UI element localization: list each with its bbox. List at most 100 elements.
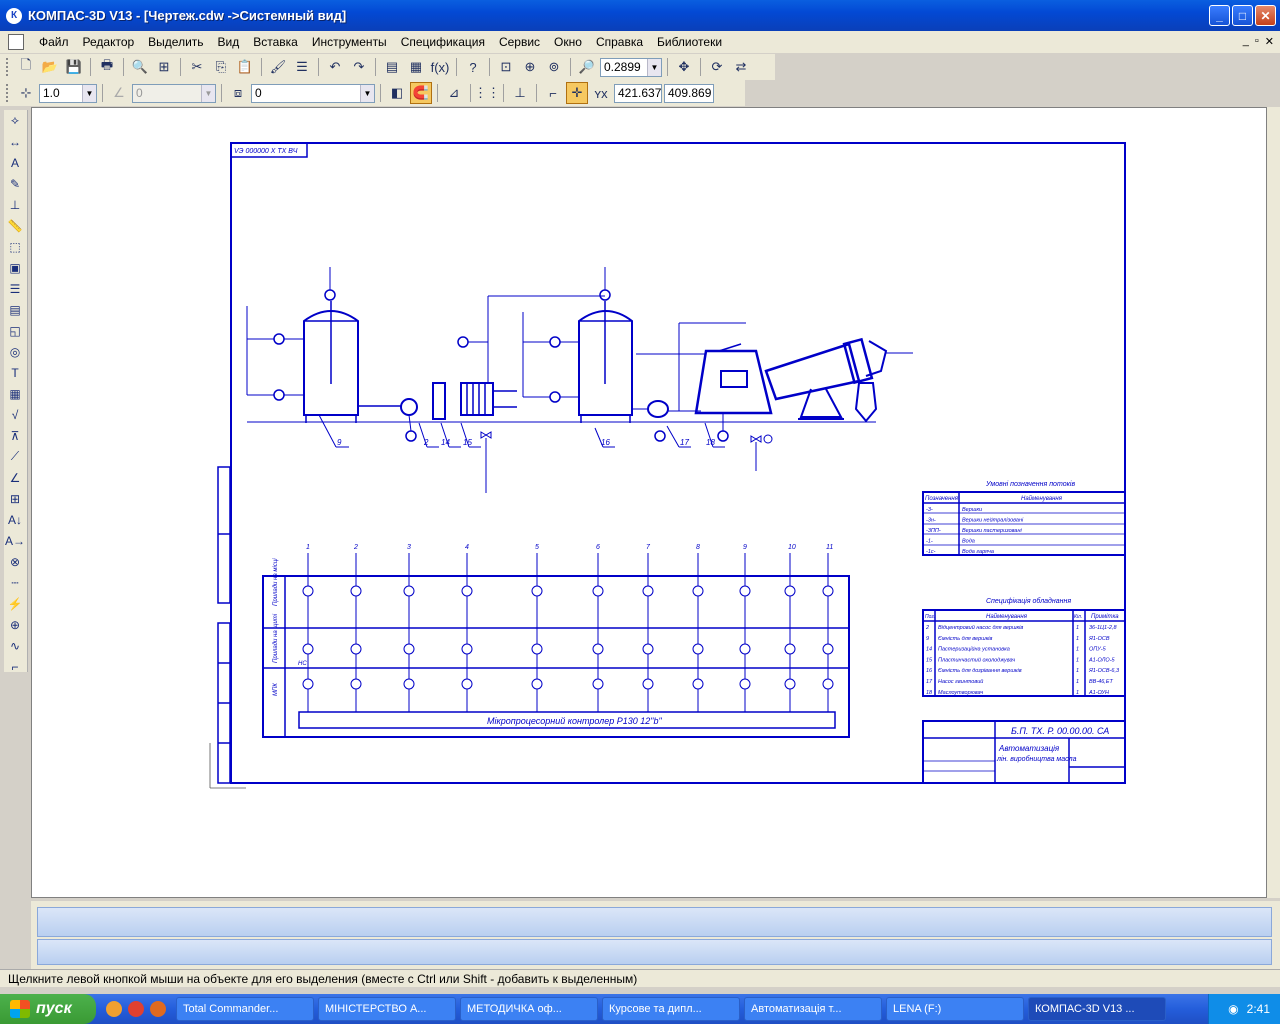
layer-icon[interactable]: ⧈ <box>227 82 249 104</box>
coord-y-field[interactable]: 409.869 <box>664 83 714 103</box>
quick-app-icon[interactable] <box>128 1001 144 1017</box>
text-icon[interactable]: T <box>4 362 26 383</box>
refresh-icon[interactable]: ⟳ <box>706 56 728 78</box>
doc-restore-button[interactable]: ▫ <box>1255 35 1259 48</box>
chevron-down-icon[interactable]: ▼ <box>82 84 96 102</box>
undo-icon[interactable]: ↶ <box>324 56 346 78</box>
manager-icon[interactable]: ⊞ <box>153 56 175 78</box>
table-icon[interactable]: ▦ <box>4 383 26 404</box>
pan-icon[interactable]: ✥ <box>673 56 695 78</box>
redraw-icon[interactable]: ⇄ <box>730 56 752 78</box>
menu-edit[interactable]: Редактор <box>76 35 142 49</box>
redo-icon[interactable]: ↷ <box>348 56 370 78</box>
doc-close-button[interactable]: ✕ <box>1265 35 1274 48</box>
help-pointer-icon[interactable]: ? <box>462 56 484 78</box>
copy-icon[interactable]: ⎘ <box>210 56 232 78</box>
task-lena-drive[interactable]: LENA (F:) <box>886 997 1024 1021</box>
associative-icon[interactable]: ▣ <box>4 257 26 278</box>
print-icon[interactable]: 🖶 <box>96 56 118 78</box>
paste-icon[interactable]: 📋 <box>234 56 256 78</box>
tray-kompas-icon[interactable]: ◉ <box>1228 1002 1238 1016</box>
menu-select[interactable]: Выделить <box>141 35 210 49</box>
cut-icon[interactable]: ✂ <box>186 56 208 78</box>
zoom-in-icon[interactable]: ⊕ <box>519 56 541 78</box>
task-kursove[interactable]: Курсове та дипл... <box>602 997 740 1021</box>
zoom-scale-icon[interactable]: 🔎 <box>576 56 598 78</box>
ortho-icon[interactable]: ⊥ <box>509 82 531 104</box>
menu-help[interactable]: Справка <box>589 35 650 49</box>
position-icon[interactable]: ∠ <box>4 467 26 488</box>
toolbar-grip[interactable] <box>6 84 9 102</box>
axis-line-icon[interactable]: ┄ <box>4 572 26 593</box>
property-panel-bar[interactable] <box>37 907 1272 937</box>
document-icon[interactable] <box>8 34 24 50</box>
view-arrow-icon[interactable]: A↓ <box>4 509 26 530</box>
round-icon[interactable]: ⌐ <box>542 82 564 104</box>
select-icon[interactable]: ⬚ <box>4 236 26 257</box>
library-manager-icon[interactable]: ▦ <box>405 56 427 78</box>
center-mark-icon[interactable]: ⊕ <box>4 614 26 635</box>
task-firefox-automation[interactable]: Автоматизація т... <box>744 997 882 1021</box>
symbols-icon[interactable]: A <box>4 152 26 173</box>
preview-icon[interactable]: 🔍 <box>129 56 151 78</box>
doc-minimize-button[interactable]: _ <box>1243 35 1249 48</box>
maximize-button[interactable]: □ <box>1232 5 1253 26</box>
format-brush-icon[interactable]: 🖌 <box>267 56 289 78</box>
open-file-icon[interactable]: 📂 <box>39 56 61 78</box>
section-icon[interactable]: A→ <box>4 530 26 551</box>
mark-icon[interactable]: ⌐ <box>4 656 26 677</box>
break-line-icon[interactable]: ⚡ <box>4 593 26 614</box>
cursor-coords-icon[interactable]: ✛ <box>566 82 588 104</box>
base-icon[interactable]: ⊼ <box>4 425 26 446</box>
zoom-combo[interactable]: 0.2899 ▼ <box>600 57 662 77</box>
menu-insert[interactable]: Вставка <box>246 35 305 49</box>
insert-icon[interactable]: ◱ <box>4 320 26 341</box>
geometry-icon[interactable]: ⟡ <box>4 110 26 131</box>
firefox-icon[interactable] <box>150 1001 166 1017</box>
wavy-line-icon[interactable]: ∿ <box>4 635 26 656</box>
local-cs-icon[interactable]: ⊿ <box>443 82 465 104</box>
chevron-down-icon[interactable]: ▼ <box>647 58 661 76</box>
menu-service[interactable]: Сервис <box>492 35 547 49</box>
centerline-icon[interactable]: ⊗ <box>4 551 26 572</box>
property-panel-bar-2[interactable] <box>37 939 1272 965</box>
drawing-canvas[interactable]: 1 2 3 4 5 6 7 8 9 10 11 VЭ 000000 Х ТХ ВЧ Мікропро… <box>31 107 1267 898</box>
task-word-methodichka[interactable]: МЕТОДИЧКА оф... <box>460 997 598 1021</box>
layer-combo[interactable]: 0 ▼ <box>251 83 375 103</box>
chevron-down-icon[interactable]: ▼ <box>360 84 374 102</box>
parametrization-icon[interactable]: ⊥ <box>4 194 26 215</box>
task-word-ministry[interactable]: МІНІСТЕРСТВО А... <box>318 997 456 1021</box>
avast-icon[interactable] <box>106 1001 122 1017</box>
toolbar-grip[interactable] <box>6 58 9 76</box>
variables-icon[interactable]: f(x) <box>429 56 451 78</box>
edit-icon[interactable]: ✎ <box>4 173 26 194</box>
menu-window[interactable]: Окно <box>547 35 589 49</box>
cursor-step-icon[interactable]: ⊹ <box>15 82 37 104</box>
task-kompas[interactable]: КОМПАС-3D V13 ... <box>1028 997 1166 1021</box>
reports-icon[interactable]: ▤ <box>4 299 26 320</box>
menu-specification[interactable]: Спецификация <box>394 35 492 49</box>
snap-icon[interactable]: 🧲 <box>410 82 432 104</box>
fragments-icon[interactable]: ◎ <box>4 341 26 362</box>
zoom-window-icon[interactable]: ⊡ <box>495 56 517 78</box>
tree-icon[interactable]: ▤ <box>381 56 403 78</box>
spec-icon[interactable]: ☰ <box>4 278 26 299</box>
tolerance-icon[interactable]: ⊞ <box>4 488 26 509</box>
menu-libraries[interactable]: Библиотеки <box>650 35 729 49</box>
properties-icon[interactable]: ☰ <box>291 56 313 78</box>
zoom-fit-icon[interactable]: ⊚ <box>543 56 565 78</box>
minimize-button[interactable]: _ <box>1209 5 1230 26</box>
menu-file[interactable]: Файл <box>32 35 76 49</box>
task-total-commander[interactable]: Total Commander... <box>176 997 314 1021</box>
menu-tools[interactable]: Инструменты <box>305 35 394 49</box>
leader-icon[interactable]: ⟋ <box>4 446 26 467</box>
new-file-icon[interactable]: 🗋 <box>15 56 37 78</box>
close-button[interactable]: ✕ <box>1255 5 1276 26</box>
layer-props-icon[interactable]: ◧ <box>386 82 408 104</box>
roughness-icon[interactable]: √ <box>4 404 26 425</box>
grid-icon[interactable]: ⋮⋮ <box>474 82 500 104</box>
start-button[interactable]: пуск <box>0 994 96 1024</box>
save-icon[interactable]: 💾 <box>63 56 85 78</box>
kompas-app-icon[interactable]: К <box>6 7 22 24</box>
coord-x-field[interactable]: 421.637 <box>614 83 662 103</box>
